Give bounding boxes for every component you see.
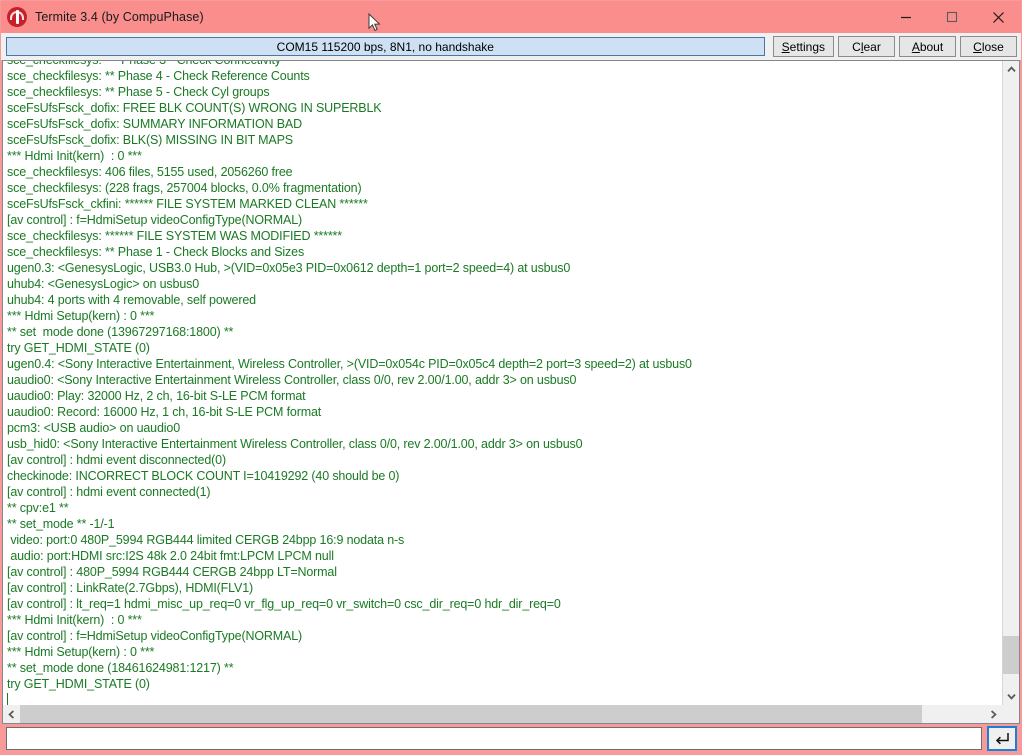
terminal-horizontal-scrollbar[interactable] — [2, 705, 1020, 724]
terminal-line-list: sce_checkfilesys: ** Phase 3 - Check Con… — [7, 61, 692, 705]
terminal-line: ugen0.4: <Sony Interactive Entertainment… — [7, 357, 692, 371]
scroll-right-button[interactable] — [985, 705, 1002, 723]
window-title: Termite 3.4 (by CompuPhase) — [35, 10, 204, 24]
terminal-line: *** Hdmi Setup(kern) : 0 *** — [7, 645, 155, 659]
terminal-line: [av control] : f=HdmiSetup videoConfigTy… — [7, 629, 303, 643]
terminal-line: sceFsUfsFsck_dofix: BLK(S) MISSING IN BI… — [7, 133, 293, 147]
termite-bug-icon — [7, 7, 27, 27]
vertical-scroll-track[interactable] — [1003, 78, 1019, 688]
terminal-line: uaudio0: Play: 32000 Hz, 2 ch, 16-bit S-… — [7, 389, 306, 403]
terminal-line: uhub4: <GenesysLogic> on usbus0 — [7, 277, 200, 291]
terminal-line: ** cpv:e1 ** — [7, 501, 69, 515]
close-session-button[interactable]: Close — [960, 36, 1017, 57]
horizontal-scroll-thumb[interactable] — [20, 705, 923, 723]
terminal-line: [av control] : lt_req=1 hdmi_misc_up_req… — [7, 597, 561, 611]
about-button[interactable]: About — [899, 36, 956, 57]
terminal-line: sceFsUfsFsck_dofix: FREE BLK COUNT(S) WR… — [7, 101, 382, 115]
close-icon — [992, 11, 1004, 23]
vertical-scroll-thumb[interactable] — [1003, 636, 1019, 674]
terminal-line: ugen0.3: <GenesysLogic, USB3.0 Hub, >(VI… — [7, 261, 571, 275]
terminal-line: try GET_HDMI_STATE (0) — [7, 677, 150, 691]
terminal-line: uaudio0: <Sony Interactive Entertainment… — [7, 373, 577, 387]
port-status-label: COM15 115200 bps, 8N1, no handshake — [276, 39, 494, 54]
minimize-icon — [901, 16, 911, 19]
send-command-button[interactable] — [987, 726, 1017, 751]
chevron-right-icon — [990, 709, 997, 719]
terminal-line: sce_checkfilesys: ** Phase 1 - Check Blo… — [7, 245, 305, 259]
port-status-field[interactable]: COM15 115200 bps, 8N1, no handshake — [6, 37, 765, 56]
terminal-panel: sce_checkfilesys: ** Phase 3 - Check Con… — [2, 60, 1020, 705]
terminal-line: *** Hdmi Setup(kern) : 0 *** — [7, 309, 155, 323]
command-bar — [1, 724, 1021, 754]
minimize-button[interactable] — [883, 1, 929, 33]
scroll-left-button[interactable] — [3, 705, 20, 723]
terminal-line: [av control] : 480P_5994 RGB444 CERGB 24… — [7, 565, 337, 579]
chevron-left-icon — [8, 709, 15, 719]
scrollbar-corner — [1002, 705, 1019, 723]
terminal-output[interactable]: sce_checkfilesys: ** Phase 3 - Check Con… — [3, 61, 1002, 705]
terminal-line: *** Hdmi Init(kern) : 0 *** — [7, 613, 142, 627]
terminal-line: uhub4: 4 ports with 4 removable, self po… — [7, 293, 256, 307]
mouse-cursor-icon — [368, 13, 381, 32]
terminal-line: [av control] : hdmi event disconnected(0… — [7, 453, 226, 467]
terminal-line: [av control] : LinkRate(2.7Gbps), HDMI(F… — [7, 581, 254, 595]
maximize-icon — [946, 11, 958, 23]
terminal-line: *** Hdmi Init(kern) : 0 *** — [7, 149, 142, 163]
terminal-line: sceFsUfsFsck_ckfini: ****** FILE SYSTEM … — [7, 197, 368, 211]
command-input[interactable] — [6, 727, 982, 750]
terminal-line: ** set_mode ** -1/-1 — [7, 517, 115, 531]
title-bar: Termite 3.4 (by CompuPhase) — [1, 1, 1021, 33]
terminal-line: [av control] : f=HdmiSetup videoConfigTy… — [7, 213, 303, 227]
termite-window: Termite 3.4 (by CompuPhase) COM15 115200… — [0, 0, 1022, 755]
close-button[interactable] — [975, 1, 1021, 33]
terminal-line: sce_checkfilesys: ** Phase 3 - Check Con… — [7, 61, 692, 68]
text-caret — [7, 693, 8, 705]
terminal-line: sce_checkfilesys: ** Phase 5 - Check Cyl… — [7, 85, 270, 99]
terminal-line: video: port:0 480P_5994 RGB444 limited C… — [7, 533, 405, 547]
terminal-line: uaudio0: Record: 16000 Hz, 1 ch, 16-bit … — [7, 405, 322, 419]
terminal-line: try GET_HDMI_STATE (0) — [7, 341, 150, 355]
maximize-button[interactable] — [929, 1, 975, 33]
chevron-up-icon — [1006, 66, 1016, 73]
terminal-line: usb_hid0: <Sony Interactive Entertainmen… — [7, 437, 583, 451]
terminal-line: sceFsUfsFsck_dofix: SUMMARY INFORMATION … — [7, 117, 302, 131]
terminal-line: audio: port:HDMI src:I2S 48k 2.0 24bit f… — [7, 549, 334, 563]
enter-return-icon — [995, 732, 1009, 744]
terminal-line: pcm3: <USB audio> on uaudio0 — [7, 421, 181, 435]
terminal-line: [av control] : hdmi event connected(1) — [7, 485, 211, 499]
terminal-line: ** set mode done (13967297168:1800) ** — [7, 325, 234, 339]
terminal-vertical-scrollbar[interactable] — [1002, 61, 1019, 705]
terminal-line: sce_checkfilesys: ** Phase 4 - Check Ref… — [7, 69, 310, 83]
terminal-line: sce_checkfilesys: (228 frags, 257004 blo… — [7, 181, 362, 195]
terminal-line: sce_checkfilesys: 406 files, 5155 used, … — [7, 165, 293, 179]
chevron-down-icon — [1006, 693, 1016, 700]
toolbar: COM15 115200 bps, 8N1, no handshake Sett… — [1, 33, 1021, 60]
terminal-line: checkinode: INCORRECT BLOCK COUNT I=1041… — [7, 469, 400, 483]
terminal-line: ** set_mode done (18461624981:1217) ** — [7, 661, 234, 675]
settings-button[interactable]: Settings — [772, 36, 834, 57]
terminal-caret-line — [7, 692, 692, 705]
scroll-up-button[interactable] — [1003, 61, 1019, 78]
scroll-down-button[interactable] — [1003, 688, 1019, 705]
clear-button[interactable]: Cl ear — [838, 36, 895, 57]
horizontal-scroll-track[interactable] — [20, 705, 985, 723]
terminal-line: sce_checkfilesys: ****** FILE SYSTEM WAS… — [7, 229, 342, 243]
window-controls — [883, 1, 1021, 33]
